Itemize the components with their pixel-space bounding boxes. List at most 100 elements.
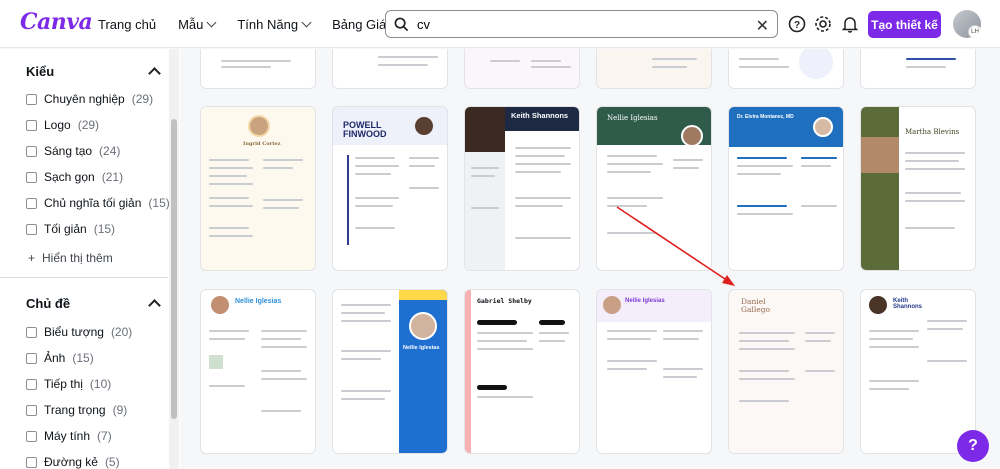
template-card[interactable] bbox=[596, 49, 712, 89]
filter-count: (20) bbox=[110, 325, 133, 339]
template-card[interactable]: Gabriel Shelby bbox=[464, 289, 580, 454]
section-tag bbox=[539, 320, 565, 325]
checkbox-icon[interactable] bbox=[26, 378, 37, 390]
text-line bbox=[209, 330, 249, 332]
checkbox-icon[interactable] bbox=[26, 93, 37, 105]
help-button[interactable]: ? bbox=[957, 430, 989, 462]
checkbox-icon[interactable] bbox=[26, 119, 37, 131]
text-line bbox=[539, 332, 569, 334]
checkbox-icon[interactable] bbox=[26, 326, 37, 338]
template-card[interactable] bbox=[728, 49, 844, 89]
text-line bbox=[539, 340, 565, 342]
filter-checkbox[interactable]: Tiếp thị (10) bbox=[26, 377, 111, 391]
template-card[interactable]: Daniel Gallego bbox=[728, 289, 844, 454]
canva-logo[interactable]: Canva bbox=[20, 9, 93, 35]
filter-checkbox[interactable]: Chủ nghĩa tối giản (15) bbox=[26, 196, 170, 210]
profile-photo bbox=[861, 137, 899, 173]
nav-home[interactable]: Trang chủ bbox=[98, 17, 156, 32]
checkbox-icon[interactable] bbox=[26, 197, 37, 209]
text-line bbox=[805, 332, 835, 334]
text-line bbox=[209, 159, 249, 161]
profile-photo bbox=[409, 312, 437, 340]
text-line bbox=[869, 380, 919, 382]
text-line bbox=[355, 205, 393, 207]
bell-icon[interactable] bbox=[841, 15, 859, 33]
filter-checkbox[interactable]: Chuyên nghiệp (29) bbox=[26, 92, 153, 106]
show-more-button[interactable]: + Hiển thị thêm bbox=[28, 251, 113, 265]
accent-strip bbox=[399, 290, 447, 300]
filter-checkbox[interactable]: Tối giản (15) bbox=[26, 222, 115, 236]
template-card[interactable]: Nellie Iglesias bbox=[332, 289, 448, 454]
nav-templates[interactable]: Mẫu bbox=[178, 17, 217, 32]
filter-checkbox[interactable]: Máy tính (7) bbox=[26, 429, 112, 443]
text-line bbox=[607, 163, 663, 165]
template-card[interactable] bbox=[332, 49, 448, 89]
checkbox-icon[interactable] bbox=[26, 404, 37, 416]
text-line bbox=[905, 227, 955, 229]
chevron-up-icon[interactable] bbox=[148, 67, 161, 80]
search-input[interactable] bbox=[417, 16, 737, 32]
decorative-shape bbox=[799, 49, 833, 79]
text-line bbox=[355, 157, 395, 159]
sidebar-scrollbar-thumb[interactable] bbox=[171, 119, 177, 419]
filter-checkbox[interactable]: Trang trọng (9) bbox=[26, 403, 127, 417]
text-line bbox=[739, 332, 795, 334]
text-line bbox=[261, 378, 307, 380]
text-line bbox=[663, 330, 703, 332]
text-line bbox=[663, 338, 699, 340]
text-line bbox=[607, 171, 651, 173]
template-card[interactable]: Keith Shannons bbox=[464, 106, 580, 271]
template-card[interactable]: Keith Shannons bbox=[860, 289, 976, 454]
template-card[interactable]: Nellie Iglesias bbox=[596, 106, 712, 271]
checkbox-icon[interactable] bbox=[26, 456, 37, 468]
filter-count: (29) bbox=[77, 118, 100, 132]
filter-section-topic-title: Chủ đề bbox=[26, 296, 71, 311]
nav-features[interactable]: Tính Năng bbox=[237, 17, 312, 32]
text-line bbox=[905, 200, 965, 202]
text-line bbox=[905, 160, 959, 162]
template-card[interactable] bbox=[200, 49, 316, 89]
filter-checkbox[interactable]: Sáng tạo (24) bbox=[26, 144, 120, 158]
template-card[interactable]: Ingrid Cortez bbox=[200, 106, 316, 271]
text-line bbox=[739, 378, 795, 380]
text-line bbox=[209, 175, 247, 177]
checkbox-icon[interactable] bbox=[26, 145, 37, 157]
text-line bbox=[673, 167, 699, 169]
checkbox-icon[interactable] bbox=[26, 171, 37, 183]
template-card[interactable]: Nellie Iglesias bbox=[596, 289, 712, 454]
filter-count: (24) bbox=[99, 144, 121, 158]
filter-checkbox[interactable]: Ảnh (15) bbox=[26, 351, 94, 365]
template-card[interactable]: Dr. Elvira Montanez, MD bbox=[728, 106, 844, 271]
filter-label: Chuyên nghiệp bbox=[44, 92, 125, 106]
checkbox-icon[interactable] bbox=[26, 352, 37, 364]
text-line bbox=[209, 385, 245, 387]
checkbox-icon[interactable] bbox=[26, 430, 37, 442]
nav-home-label: Trang chủ bbox=[98, 17, 157, 32]
chevron-up-icon[interactable] bbox=[148, 299, 161, 312]
text-line bbox=[209, 205, 253, 207]
filter-count: (15) bbox=[148, 196, 170, 210]
avatar[interactable]: LH bbox=[953, 10, 981, 38]
help-circle-icon[interactable]: ? bbox=[788, 15, 806, 33]
filter-checkbox[interactable]: Logo (29) bbox=[26, 118, 99, 132]
template-card[interactable] bbox=[464, 49, 580, 89]
resume-name: Gabriel Shelby bbox=[477, 297, 532, 305]
text-line bbox=[471, 175, 495, 177]
template-card[interactable] bbox=[860, 49, 976, 89]
checkbox-icon[interactable] bbox=[26, 223, 37, 235]
filter-label: Trang trọng bbox=[44, 403, 106, 417]
template-card[interactable]: Nellie Iglesias bbox=[200, 289, 316, 454]
filter-label: Logo bbox=[44, 118, 71, 132]
filter-checkbox[interactable]: Biểu tượng (20) bbox=[26, 325, 132, 339]
gear-icon[interactable] bbox=[814, 15, 832, 33]
text-line bbox=[737, 165, 793, 167]
filter-checkbox[interactable]: Đường kẻ (5) bbox=[26, 455, 120, 469]
clear-search-icon[interactable]: ✕ bbox=[756, 16, 769, 36]
main-nav: Trang chủ Mẫu Tính Năng Bảng Giá bbox=[98, 17, 400, 32]
resume-name: Nellie Iglesias bbox=[607, 114, 658, 122]
text-line bbox=[341, 358, 381, 360]
template-card[interactable]: POWELL FINWOOD bbox=[332, 106, 448, 271]
filter-checkbox[interactable]: Sạch gọn (21) bbox=[26, 170, 123, 184]
template-card[interactable]: Martha Blevins bbox=[860, 106, 976, 271]
create-design-button[interactable]: Tạo thiết kế bbox=[868, 11, 941, 38]
